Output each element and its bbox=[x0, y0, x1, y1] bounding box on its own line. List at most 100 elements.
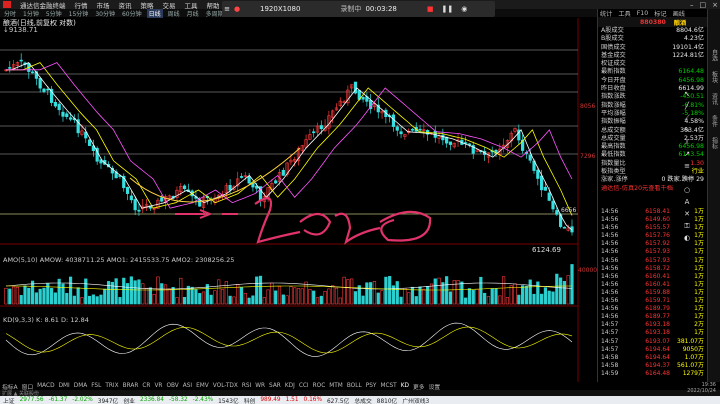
camera-icon[interactable]: ◉ bbox=[461, 5, 467, 13]
indicator-tab-20[interactable]: MTM bbox=[329, 383, 343, 389]
volume-bar bbox=[87, 295, 92, 305]
index-name: 酿酒 bbox=[673, 19, 687, 27]
period-3[interactable]: 15分钟 bbox=[67, 9, 91, 18]
indicator-tab-14[interactable]: RSI bbox=[242, 383, 251, 389]
fibonacci-tool-icon[interactable]: ≡ bbox=[683, 162, 692, 171]
panel-tab-1[interactable]: 工具 bbox=[618, 9, 630, 18]
volume-bar bbox=[323, 291, 327, 305]
arrow-tool-icon[interactable]: ↗ bbox=[683, 150, 692, 159]
sh-label[interactable]: 上证 bbox=[3, 396, 15, 404]
period-7[interactable]: 周线 bbox=[166, 9, 182, 18]
panel-tab-2[interactable]: F10 bbox=[637, 10, 648, 17]
indicator-tab-3[interactable]: DMI bbox=[59, 383, 70, 389]
kline-chart[interactable]: 6124.69 6656 8056 7296 40000 bbox=[0, 18, 597, 382]
window-controls: – □ × bbox=[690, 1, 718, 9]
volume-bar bbox=[376, 292, 380, 305]
candle-body bbox=[228, 185, 232, 191]
volume-bar bbox=[258, 275, 263, 305]
market-status-bar: 上证 2977.56 -61.37 -2.02% 3947亿 创业 2336.8… bbox=[0, 396, 720, 404]
volume-bar bbox=[61, 283, 65, 305]
stop-record-icon[interactable]: ■ bbox=[427, 5, 434, 13]
indicator-tab-7[interactable]: BRAR bbox=[123, 383, 139, 389]
indicator-tab-4[interactable]: DMA bbox=[74, 383, 87, 389]
line-tool-icon[interactable]: ╱ bbox=[683, 102, 692, 111]
indicator-tab-23[interactable]: MCST bbox=[380, 383, 396, 389]
indicator-tab-13[interactable]: VOL-TDX bbox=[213, 383, 238, 389]
indicator-tab-21[interactable]: BOLL bbox=[347, 383, 362, 389]
delete-tool-icon[interactable]: ✕ bbox=[683, 210, 692, 219]
sidebar-item-4[interactable]: 指标 bbox=[710, 137, 719, 149]
indicator-tab-22[interactable]: PSY bbox=[366, 383, 377, 389]
sidebar-item-1[interactable]: 板块 bbox=[710, 71, 719, 83]
d-line bbox=[5, 326, 573, 354]
indicator-tab-8[interactable]: CR bbox=[142, 383, 150, 389]
circle-tool-icon[interactable]: ○ bbox=[683, 186, 692, 195]
stat-value: 1224.81亿 bbox=[672, 51, 704, 59]
minimize-button[interactable]: – bbox=[690, 1, 694, 9]
trade-time: 14:56 bbox=[601, 248, 619, 256]
volume-bar bbox=[547, 290, 551, 305]
panel-tab-0[interactable]: 统计 bbox=[600, 9, 612, 18]
ray-tool-icon[interactable]: ⟋ bbox=[683, 114, 692, 123]
panel-tab-4[interactable]: 画线 bbox=[673, 9, 685, 18]
indicator-tab-11[interactable]: ASI bbox=[183, 383, 192, 389]
candle-body bbox=[137, 209, 141, 212]
period-8[interactable]: 月线 bbox=[185, 9, 201, 18]
indicator-tab-16[interactable]: SAR bbox=[269, 383, 281, 389]
trade-time: 14:57 bbox=[601, 329, 619, 337]
pen-tool-icon[interactable]: ✎ bbox=[683, 126, 692, 135]
indicator-tab-26[interactable]: 设置 bbox=[429, 382, 441, 391]
indicator-tab-15[interactable]: WR bbox=[255, 383, 265, 389]
recorder-menu-icon[interactable]: ≡ bbox=[222, 5, 232, 13]
period-1[interactable]: 1分钟 bbox=[21, 9, 41, 18]
rect-tool-icon[interactable]: ▭ bbox=[683, 174, 692, 183]
close-button[interactable]: × bbox=[712, 1, 718, 9]
indicator-tab-19[interactable]: ROC bbox=[313, 383, 326, 389]
period-2[interactable]: 5分钟 bbox=[44, 9, 64, 18]
sidebar-item-2[interactable]: 资讯 bbox=[710, 93, 719, 105]
server-label[interactable]: 广州双线3 bbox=[402, 396, 429, 404]
indicator-tab-0[interactable]: 指标A bbox=[2, 382, 18, 391]
volume-bar bbox=[433, 278, 437, 305]
period-0[interactable]: 分时 bbox=[2, 9, 18, 18]
maximize-button[interactable]: □ bbox=[700, 1, 707, 9]
indicator-tab-9[interactable]: VR bbox=[154, 383, 162, 389]
volume-bar bbox=[296, 288, 301, 305]
indicator-tab-6[interactable]: TRIX bbox=[105, 383, 118, 389]
indicator-tab-2[interactable]: MACD bbox=[37, 383, 54, 389]
hide-tool-icon[interactable]: ◐ bbox=[683, 234, 692, 243]
lock-tool-icon[interactable]: ⚿ bbox=[683, 222, 692, 231]
indicator-tab-25[interactable]: 更多 bbox=[413, 382, 425, 391]
pause-record-icon[interactable]: ❚❚ bbox=[442, 5, 454, 13]
indicator-tab-24[interactable]: KD bbox=[401, 383, 409, 389]
sz-label[interactable]: 创业 bbox=[123, 396, 135, 404]
volume-bar bbox=[498, 295, 502, 305]
indicator-tab-10[interactable]: OBV bbox=[166, 383, 178, 389]
indicator-tab-17[interactable]: KDJ bbox=[285, 383, 295, 389]
period-4[interactable]: 30分钟 bbox=[93, 9, 117, 18]
sidebar-item-0[interactable]: 自选 bbox=[710, 49, 719, 61]
sidebar-item-3[interactable]: 条件 bbox=[710, 115, 719, 127]
hs-label[interactable]: 科创 bbox=[244, 396, 256, 404]
stat-label: 最低指数 bbox=[601, 151, 626, 159]
trade-price: 6189.79 bbox=[645, 305, 670, 313]
volume-bar bbox=[224, 281, 228, 305]
text-tool-icon[interactable]: A bbox=[683, 198, 692, 207]
indicator-tab-1[interactable]: 窗口 bbox=[22, 382, 34, 391]
volume-bar bbox=[464, 297, 468, 305]
volume-bar bbox=[566, 275, 570, 305]
period-5[interactable]: 60分钟 bbox=[120, 9, 144, 18]
candle-body bbox=[239, 176, 244, 178]
cursor-tool-icon[interactable]: ↖ bbox=[683, 90, 692, 99]
panel-tab-3[interactable]: 标记 bbox=[654, 9, 666, 18]
indicator-tab-5[interactable]: FSL bbox=[91, 383, 101, 389]
volume-bar bbox=[76, 287, 80, 305]
period-6[interactable]: 日线 bbox=[146, 8, 163, 18]
candle-body bbox=[160, 197, 164, 202]
trade-price: 6194.37 bbox=[645, 361, 670, 369]
indicator-tab-12[interactable]: EMV bbox=[196, 383, 209, 389]
channel-tool-icon[interactable]: ⫽ bbox=[683, 138, 692, 147]
volume-bar bbox=[319, 295, 323, 305]
indicator-tab-18[interactable]: CCI bbox=[299, 383, 309, 389]
volume-bar bbox=[133, 280, 137, 305]
